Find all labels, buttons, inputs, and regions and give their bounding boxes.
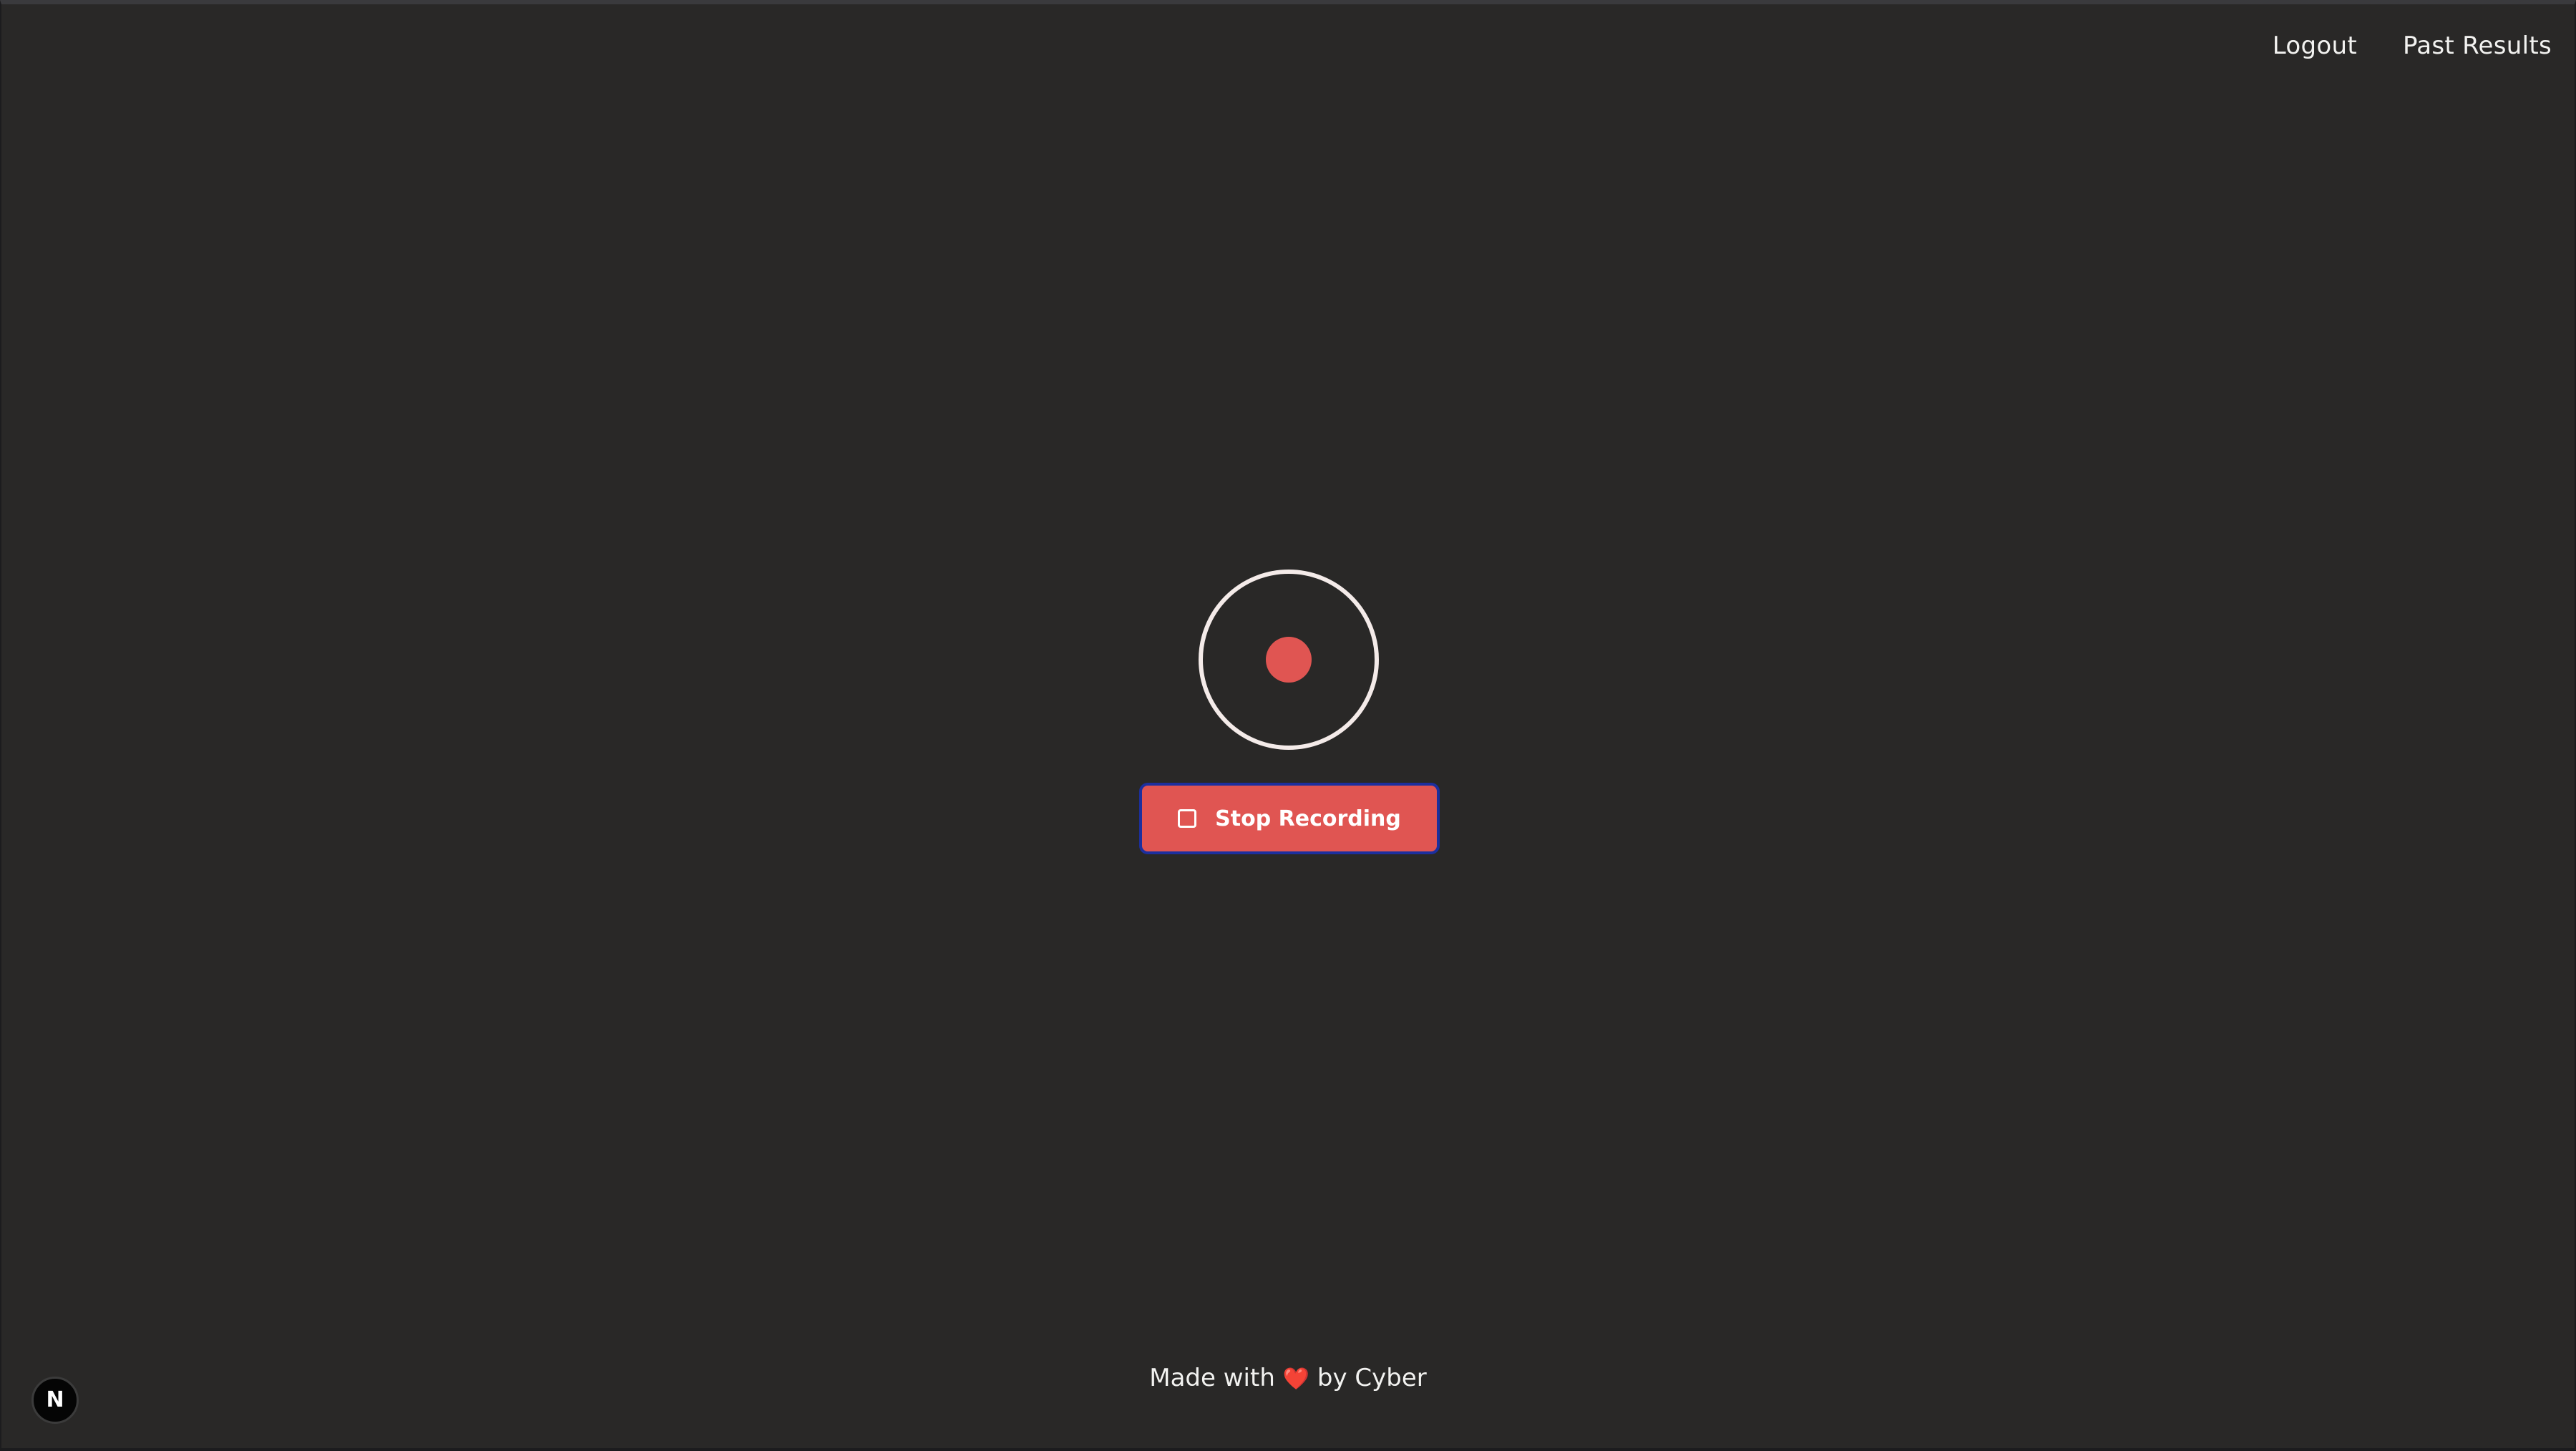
- stop-recording-label: Stop Recording: [1215, 806, 1401, 831]
- stop-square-icon: [1178, 809, 1197, 828]
- footer-made-with: Made with: [1149, 1364, 1275, 1392]
- record-dot-icon: [1266, 637, 1312, 683]
- stop-recording-button[interactable]: Stop Recording: [1139, 783, 1440, 854]
- top-nav: Logout Past Results: [2273, 31, 2552, 60]
- nextjs-dev-badge[interactable]: N: [31, 1377, 79, 1424]
- past-results-link[interactable]: Past Results: [2403, 31, 2552, 60]
- footer-by: by Cyber: [1317, 1364, 1427, 1392]
- nextjs-logo-icon: N: [46, 1387, 64, 1412]
- footer-credit: Made with ❤️ by Cyber: [1, 1364, 2575, 1392]
- recording-indicator: [1199, 570, 1379, 750]
- heart-icon: ❤️: [1282, 1367, 1310, 1392]
- app-window: Logout Past Results Stop Recording Made …: [0, 0, 2576, 1451]
- logout-link[interactable]: Logout: [2273, 31, 2357, 60]
